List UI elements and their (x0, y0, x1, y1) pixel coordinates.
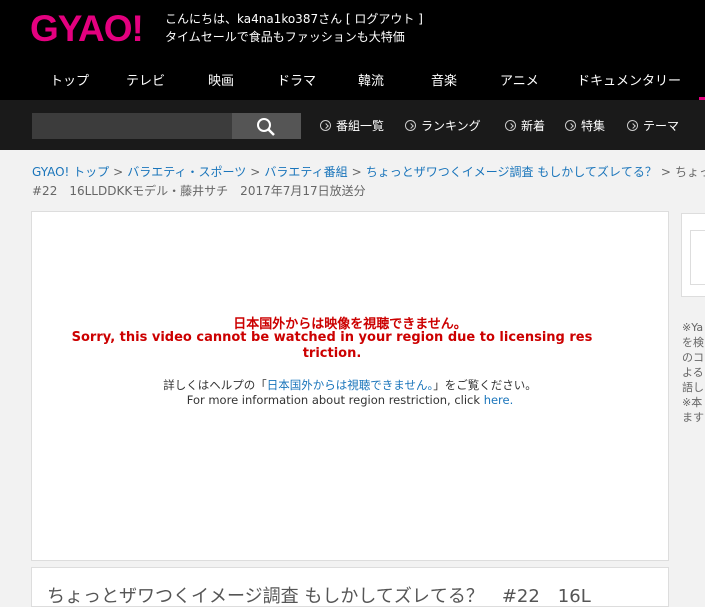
subnav-program-list[interactable]: 番組一覧 (320, 117, 384, 134)
nav-item-top[interactable]: トップ (50, 70, 89, 89)
breadcrumb-variety[interactable]: バラエティ番組 (264, 165, 347, 179)
sidebar-note-line: ※Ya (682, 321, 704, 334)
episode-info: #22 16LLDDKKモデル・藤井サチ 2017年7月17日放送分 (32, 184, 366, 198)
sidebar-note-line: を検 (682, 336, 704, 349)
breadcrumb-variety-sports[interactable]: バラエティ・スポーツ (127, 165, 246, 179)
program-title-box: ちょっとザワつくイメージ調査 もしかしてズレてる？ #22 16L (31, 567, 669, 607)
gyao-logo[interactable]: GYAO! (30, 8, 144, 50)
sidebar-note-line: ※本 (682, 396, 703, 409)
breadcrumb-separator: > (250, 165, 261, 179)
main-nav: トップ テレビ 映画 ドラマ 韓流 音楽 アニメ ドキュメンタリー (0, 70, 705, 92)
sidebar-note-line: よる (682, 366, 704, 379)
sidebar-panel (681, 213, 705, 297)
breadcrumb-separator: > (113, 165, 124, 179)
chevron-circle-icon (505, 120, 516, 131)
subnav-ranking-label: ランキング (421, 119, 481, 133)
top-header: GYAO! こんにちは、ka4na1ko387さん [ ログアウト ] タイムセ… (0, 0, 705, 100)
chevron-circle-icon (565, 120, 576, 131)
video-player[interactable]: 日本国外からは映像を視聴できません。 Sorry, this video can… (31, 211, 669, 561)
help-link-en[interactable]: here. (484, 393, 514, 407)
breadcrumb-current: ちょっ (674, 165, 705, 179)
help-info-ja: 詳しくはヘルプの「日本国外からは視聴できません。」をご覧ください。 (32, 377, 668, 393)
nav-item-music[interactable]: 音楽 (431, 70, 457, 89)
subnav-ranking[interactable]: ランキング (405, 117, 481, 134)
sidebar-note-line: 語し (682, 381, 704, 394)
nav-item-drama[interactable]: ドラマ (277, 70, 316, 89)
subnav-program-list-label: 番組一覧 (336, 119, 385, 133)
breadcrumb-top[interactable]: GYAO! トップ (32, 165, 109, 179)
sidebar-note-line: ます (682, 411, 704, 424)
help-link-ja[interactable]: 日本国外からは視聴できません。 (267, 378, 433, 392)
program-title: ちょっとザワつくイメージ調査 もしかしてズレてる？ #22 16L (47, 586, 591, 607)
subnav-themes[interactable]: テーマ (627, 117, 679, 134)
breadcrumb-separator: > (660, 165, 671, 179)
sidebar-thumbnail (690, 230, 705, 285)
subnav-features-label: 特集 (581, 119, 606, 133)
subnav-new-label: 新着 (521, 119, 546, 133)
promo-link[interactable]: タイムセールで食品もファッションも大特価 (165, 28, 423, 46)
search-input[interactable] (32, 113, 232, 139)
nav-item-tv[interactable]: テレビ (126, 70, 165, 89)
nav-item-anime[interactable]: アニメ (500, 70, 539, 89)
subnav-new[interactable]: 新着 (505, 117, 545, 134)
sidebar-notes: ※Ya を検 のコ よる 語し ※本 ます (682, 320, 705, 425)
help-info-en: For more information about region restri… (32, 393, 668, 407)
breadcrumb: GYAO! トップ > バラエティ・スポーツ > バラエティ番組 > ちょっとザワつくイメー… (32, 163, 705, 180)
user-greeting[interactable]: こんにちは、ka4na1ko387さん [ ログアウト ] (165, 10, 423, 28)
region-error-en: Sorry, this video cannot be watched in y… (71, 330, 593, 361)
breadcrumb-separator: > (351, 165, 362, 179)
user-greeting-area: こんにちは、ka4na1ko387さん [ ログアウト ] タイムセールで食品も… (165, 10, 423, 46)
search-icon (257, 118, 275, 136)
nav-item-documentary[interactable]: ドキュメンタリー (577, 70, 681, 89)
chevron-circle-icon (405, 120, 416, 131)
chevron-circle-icon (627, 120, 638, 131)
chevron-circle-icon (320, 120, 331, 131)
nav-item-movies[interactable]: 映画 (208, 70, 234, 89)
help-info-ja-prefix: 詳しくはヘルプの「 (163, 378, 267, 392)
sidebar-note-line: のコ (682, 351, 704, 364)
help-info-ja-suffix: 」をご覧ください。 (433, 378, 537, 392)
sub-header: 番組一覧 ランキング 新着 特集 テーマ (0, 100, 705, 150)
search-button[interactable] (232, 113, 301, 139)
breadcrumb-program[interactable]: ちょっとザワつくイメージ調査 もしかしてズレてる？ (366, 165, 657, 179)
nav-item-korean[interactable]: 韓流 (358, 70, 384, 89)
help-info-en-prefix: For more information about region restri… (186, 393, 484, 407)
subnav-themes-label: テーマ (643, 119, 680, 133)
subnav-features[interactable]: 特集 (565, 117, 605, 134)
